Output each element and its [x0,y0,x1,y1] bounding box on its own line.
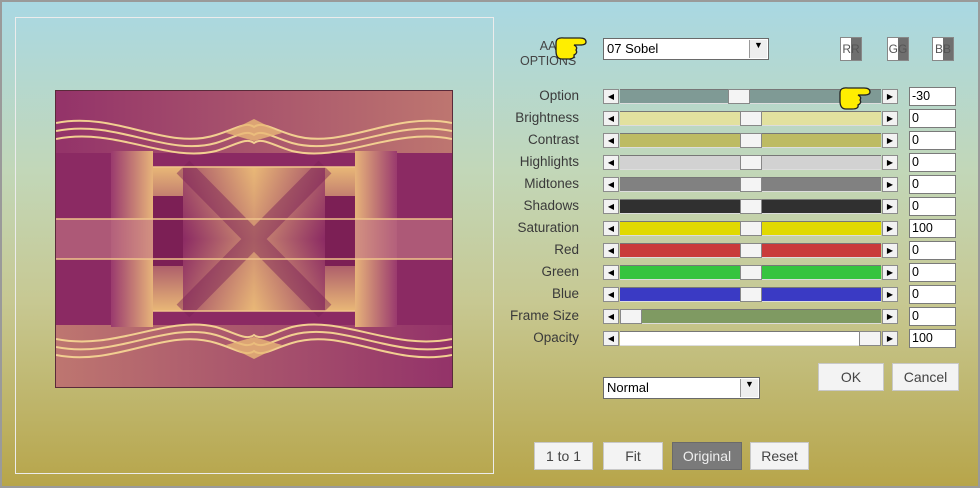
slider-label-highlights: Highlights [519,154,579,169]
chevron-down-icon[interactable]: ▼ [740,379,758,397]
value-field-red[interactable]: 0 [909,241,956,260]
arrow-left-icon[interactable]: ◀ [603,243,619,258]
slider-frame-size[interactable]: ◀ ▶ [603,309,898,324]
filter-dialog: AA OPTIONS 07 Sobel ▼ RR GG BB Option ◀ ▶ -… [0,0,980,488]
value-field-blue[interactable]: 0 [909,285,956,304]
preview-artwork [56,91,452,387]
slider-thumb[interactable] [740,133,762,148]
slider-thumb[interactable] [740,177,762,192]
slider-label-red: Red [554,242,579,257]
slider-thumb[interactable] [740,155,762,170]
blend-mode-value: Normal [607,380,649,395]
arrow-right-icon[interactable]: ▶ [882,133,898,148]
slider-label-green: Green [541,264,579,279]
slider-thumb[interactable] [740,287,762,302]
arrow-right-icon[interactable]: ▶ [882,221,898,236]
slider-thumb[interactable] [859,331,881,346]
slider-label-shadows: Shadows [523,198,579,213]
arrow-left-icon[interactable]: ◀ [603,331,619,346]
arrow-left-icon[interactable]: ◀ [603,177,619,192]
arrow-left-icon[interactable]: ◀ [603,221,619,236]
slider-shadows[interactable]: ◀ ▶ [603,199,898,214]
arrow-left-icon[interactable]: ◀ [603,111,619,126]
slider-label-midtones: Midtones [524,176,579,191]
slider-thumb[interactable] [620,309,642,324]
slider-label-blue: Blue [551,286,579,301]
slider-highlights[interactable]: ◀ ▶ [603,155,898,170]
arrow-left-icon[interactable]: ◀ [603,133,619,148]
slider-label-opacity: Opacity [533,330,579,345]
slider-label-saturation: Saturation [517,220,579,235]
arrow-right-icon[interactable]: ▶ [882,309,898,324]
slider-track[interactable] [620,309,881,324]
arrow-left-icon[interactable]: ◀ [603,89,619,104]
slider-green[interactable]: ◀ ▶ [603,265,898,280]
filter-select-value: 07 Sobel [607,41,659,56]
value-field-midtones[interactable]: 0 [909,175,956,194]
value-field-saturation[interactable]: 100 [909,219,956,238]
value-field-highlights[interactable]: 0 [909,153,956,172]
slider-label-option: Option [539,88,579,103]
toggle-rr[interactable]: RR [840,37,862,61]
slider-label-frame-size: Frame Size [509,308,579,323]
slider-thumb[interactable] [740,243,762,258]
toggle-bb-label: BB [934,42,951,56]
preview-image [55,90,453,388]
slider-thumb[interactable] [740,111,762,126]
value-field-contrast[interactable]: 0 [909,131,956,150]
slider-opacity[interactable]: ◀ ▶ [603,331,898,346]
arrow-right-icon[interactable]: ▶ [882,243,898,258]
arrow-right-icon[interactable]: ▶ [882,331,898,346]
slider-midtones[interactable]: ◀ ▶ [603,177,898,192]
slider-red[interactable]: ◀ ▶ [603,243,898,258]
arrow-right-icon[interactable]: ▶ [882,199,898,214]
arrow-left-icon[interactable]: ◀ [603,199,619,214]
chevron-down-icon[interactable]: ▼ [749,40,767,58]
pointing-hand-icon [555,37,587,60]
arrow-right-icon[interactable]: ▶ [882,111,898,126]
cancel-button[interactable]: Cancel [892,363,959,391]
arrow-right-icon[interactable]: ▶ [882,177,898,192]
fit-button[interactable]: Fit [603,442,663,470]
arrow-left-icon[interactable]: ◀ [603,265,619,280]
toggle-gg[interactable]: GG [887,37,909,61]
slider-label-contrast: Contrast [527,132,579,147]
arrow-left-icon[interactable]: ◀ [603,309,619,324]
filter-select[interactable]: 07 Sobel ▼ [603,38,769,60]
slider-label-brightness: Brightness [515,110,579,125]
slider-thumb[interactable] [740,265,762,280]
arrow-right-icon[interactable]: ▶ [882,155,898,170]
value-field-green[interactable]: 0 [909,263,956,282]
value-field-opacity[interactable]: 100 [909,329,956,348]
pointing-hand-icon [839,87,871,110]
arrow-right-icon[interactable]: ▶ [882,287,898,302]
slider-saturation[interactable]: ◀ ▶ [603,221,898,236]
reset-button[interactable]: Reset [750,442,809,470]
value-field-frame-size[interactable]: 0 [909,307,956,326]
toggle-gg-label: GG [888,42,908,56]
value-field-brightness[interactable]: 0 [909,109,956,128]
original-button[interactable]: Original [672,442,742,470]
arrow-left-icon[interactable]: ◀ [603,287,619,302]
one-to-one-button[interactable]: 1 to 1 [534,442,593,470]
slider-thumb[interactable] [740,221,762,236]
slider-brightness[interactable]: ◀ ▶ [603,111,898,126]
arrow-right-icon[interactable]: ▶ [882,265,898,280]
arrow-left-icon[interactable]: ◀ [603,155,619,170]
arrow-right-icon[interactable]: ▶ [882,89,898,104]
blend-mode-select[interactable]: Normal ▼ [603,377,760,399]
toggle-rr-label: RR [842,42,860,56]
value-field-option[interactable]: -30 [909,87,956,106]
slider-thumb[interactable] [728,89,750,104]
ok-button[interactable]: OK [818,363,884,391]
slider-thumb[interactable] [740,199,762,214]
toggle-bb[interactable]: BB [932,37,954,61]
slider-contrast[interactable]: ◀ ▶ [603,133,898,148]
value-field-shadows[interactable]: 0 [909,197,956,216]
slider-blue[interactable]: ◀ ▶ [603,287,898,302]
slider-track[interactable] [620,331,881,346]
